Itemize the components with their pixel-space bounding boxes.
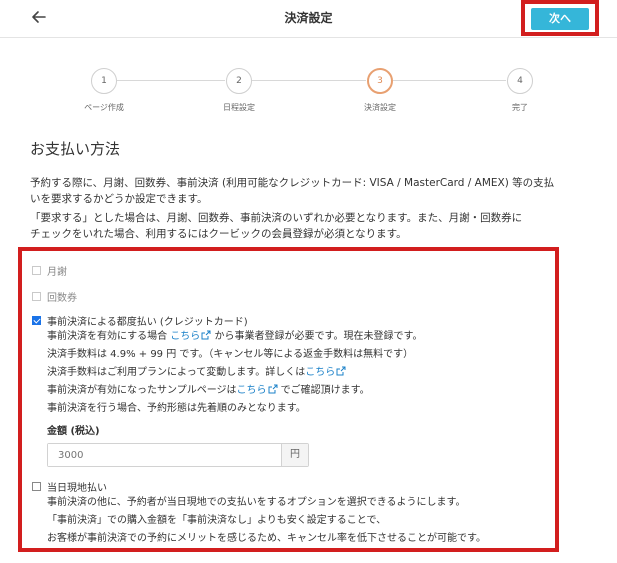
external-link-icon xyxy=(336,366,346,376)
description-line: チェックをいれた場合、利用するにはクービックの会員登録が必須となります。 xyxy=(30,228,407,240)
amount-field: 円 xyxy=(47,443,309,467)
prepay-text: でご確認頂けます。 xyxy=(277,385,370,396)
prepay-label: 事前決済による都度払い (クレジットカード) xyxy=(47,317,248,328)
next-button[interactable]: 次へ xyxy=(531,8,589,30)
next-button-highlight: 次へ xyxy=(521,0,599,36)
step-1-label: ページ作成 xyxy=(84,103,124,112)
prepay-text: から事業者登録が必要です。現在未登録です。 xyxy=(211,331,423,342)
step-connector xyxy=(252,80,366,81)
option-prepay: 事前決済による都度払い (クレジットカード) 事前決済を有効にする場合 こちら … xyxy=(32,313,422,467)
onsite-checkbox[interactable] xyxy=(32,482,41,491)
onsite-label: 当日現地払い xyxy=(47,483,107,494)
step-connector xyxy=(393,80,506,81)
option-coupon: 回数券 xyxy=(32,289,77,304)
prepay-text: 決済手数料はご利用プランによって変動します。詳しくは xyxy=(47,367,306,378)
prepay-line-5: 事前決済を行う場合、予約形態は先着順のみとなります。 xyxy=(47,403,306,414)
prepay-text: 事前決済を有効にする場合 xyxy=(47,331,171,342)
monthly-label: 月謝 xyxy=(47,267,67,278)
coupon-label: 回数券 xyxy=(47,293,77,304)
description-line: 予約する際に、月謝、回数券、事前決済 (利用可能なクレジットカード: VISA … xyxy=(30,177,555,189)
onsite-line-1: 事前決済の他に、予約者が当日現地での支払いをするオプションを選択できるようにしま… xyxy=(47,497,466,508)
step-4-label: 完了 xyxy=(512,103,528,112)
progress-stepper: 1 2 3 4 ページ作成 日程設定 決済設定 完了 xyxy=(0,68,617,118)
step-1-circle: 1 xyxy=(91,68,117,94)
description-paragraph-2: 「要求する」とした場合は、月謝、回数券、事前決済のいずれか必要となります。また、… xyxy=(30,210,600,242)
step-4-circle: 4 xyxy=(507,68,533,94)
plan-details-link[interactable]: こちら xyxy=(305,367,335,378)
external-link-icon xyxy=(268,384,277,394)
step-2-circle: 2 xyxy=(226,68,252,94)
section-title: お支払い方法 xyxy=(30,140,121,158)
amount-label: 金額 (税込) xyxy=(47,426,100,437)
external-link-icon xyxy=(201,330,211,340)
description-line: いを要求するかどうか設定できます。 xyxy=(30,193,208,205)
prepay-line-1: 事前決済を有効にする場合 こちら から事業者登録が必要です。現在未登録です。 xyxy=(47,328,422,346)
coupon-checkbox[interactable] xyxy=(32,292,41,301)
onsite-line-3: お客様が事前決済での予約にメリットを感じるため、キャンセル率を低下させることが可… xyxy=(47,533,486,544)
sample-page-link[interactable]: こちら xyxy=(237,385,267,396)
amount-input[interactable] xyxy=(48,444,281,466)
payment-options-highlight: 月謝 回数券 事前決済による都度払い (クレジットカード) 事前決済を有効にする… xyxy=(18,247,559,552)
header-bar: 決済設定 次へ xyxy=(0,0,617,38)
step-3-circle-active: 3 xyxy=(367,68,393,94)
amount-unit: 円 xyxy=(281,444,308,466)
prepay-line-4: 事前決済が有効になったサンプルページはこちら でご確認頂けます。 xyxy=(47,382,422,400)
step-connector xyxy=(117,80,225,81)
monthly-checkbox[interactable] xyxy=(32,266,41,275)
onsite-line-2: 「事前決済」での購入金額を「事前決済なし」よりも安く設定することで、 xyxy=(47,515,387,526)
option-onsite: 当日現地払い 事前決済の他に、予約者が当日現地での支払いをするオプションを選択で… xyxy=(32,479,486,548)
step-2-label: 日程設定 xyxy=(223,103,255,112)
prepay-checkbox[interactable] xyxy=(32,316,41,325)
prepay-line-3: 決済手数料はご利用プランによって変動します。詳しくはこちら xyxy=(47,364,422,382)
prepay-text: 事前決済が有効になったサンプルページは xyxy=(47,385,237,396)
option-monthly: 月謝 xyxy=(32,263,67,278)
description-line: 「要求する」とした場合は、月謝、回数券、事前決済のいずれか必要となります。また、… xyxy=(30,212,523,224)
merchant-register-link[interactable]: こちら xyxy=(170,331,200,342)
prepay-line-2: 決済手数料は 4.9% + 99 円 です。（キャンセル等による返金手数料は無料… xyxy=(47,349,414,360)
step-3-label: 決済設定 xyxy=(364,103,396,112)
description-paragraph-1: 予約する際に、月謝、回数券、事前決済 (利用可能なクレジットカード: VISA … xyxy=(30,175,600,207)
